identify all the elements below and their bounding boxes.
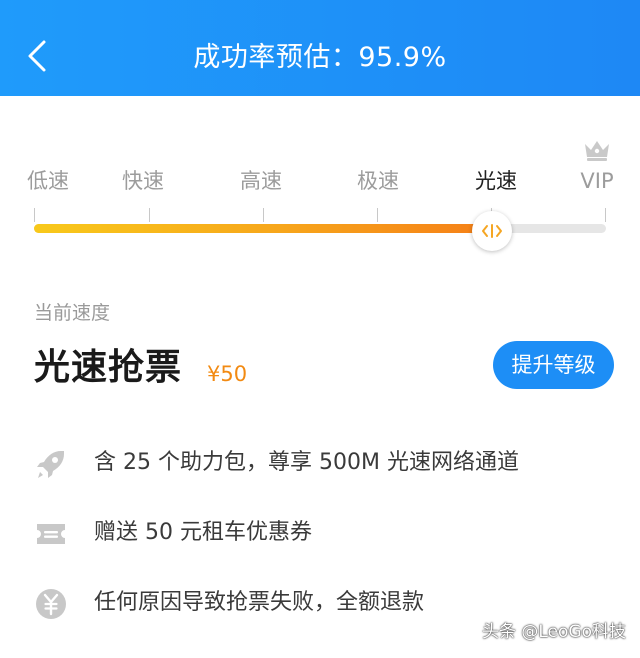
speed-level-fast[interactable]: 快速 xyxy=(122,166,164,196)
slider-tick xyxy=(605,208,606,222)
benefit-item: 任何原因导致抢票失败，全额退款 xyxy=(34,583,624,623)
benefit-text: 任何原因导致抢票失败，全额退款 xyxy=(94,590,425,615)
page-title: 成功率预估：95.9% xyxy=(193,42,447,73)
benefit-item: 赠送 50 元租车优惠券 xyxy=(34,513,624,553)
speed-level-high[interactable]: 高速 xyxy=(240,166,282,196)
slider-tick xyxy=(263,208,264,222)
current-speed-price: ¥50 xyxy=(207,362,248,386)
yen-icon xyxy=(36,589,66,619)
speed-level-low[interactable]: 低速 xyxy=(27,166,69,196)
watermark-text: 头条 @LeoGo科技 xyxy=(481,622,626,642)
ticket-icon xyxy=(37,524,65,544)
speed-slider-track[interactable] xyxy=(34,224,606,233)
current-speed-caption: 当前速度 xyxy=(34,302,111,324)
speed-slider-handle[interactable] xyxy=(471,211,512,251)
benefit-text: 含 25 个助力包，尊享 500M 光速网络通道 xyxy=(94,450,519,475)
rocket-icon xyxy=(37,451,64,478)
speed-level-light[interactable]: 光速 xyxy=(475,166,517,196)
page: 成功率预估：95.9% 低速 快速 高速 极速 光速 VIP 当前速度 光速抢票… xyxy=(0,0,640,658)
benefit-item: 含 25 个助力包，尊享 500M 光速网络通道 xyxy=(34,443,624,483)
speed-slider-fill xyxy=(34,224,492,233)
speed-level-vip[interactable]: VIP xyxy=(580,166,613,196)
speed-level-extreme[interactable]: 极速 xyxy=(357,166,399,196)
drag-handle-icon xyxy=(481,224,502,238)
header-bar: 成功率预估：95.9% xyxy=(0,0,640,96)
upgrade-level-button[interactable]: 提升等级 xyxy=(493,341,614,389)
crown-icon xyxy=(585,141,609,161)
slider-tick xyxy=(377,208,378,222)
slider-tick xyxy=(34,208,35,222)
current-speed-name: 光速抢票 xyxy=(34,347,183,388)
benefit-text: 赠送 50 元租车优惠券 xyxy=(94,520,312,545)
slider-tick xyxy=(149,208,150,222)
